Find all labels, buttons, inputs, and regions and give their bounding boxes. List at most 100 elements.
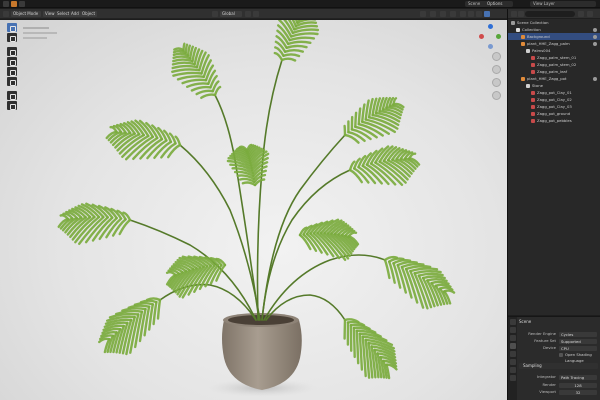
outliner-row[interactable]: Zagg_pot_Clay_01	[508, 89, 600, 96]
transform-pivot-icon[interactable]	[212, 11, 218, 17]
properties-panel: Scene Render Engine Cycles Feature Set S…	[508, 316, 600, 400]
render-samples-field[interactable]: 128	[559, 382, 597, 388]
outliner-row[interactable]: Zagg_pot_ground	[508, 110, 600, 117]
object-type-icon	[521, 35, 525, 39]
sampling-label: Sampling	[523, 363, 542, 368]
options-button[interactable]: Options	[485, 1, 505, 7]
overlay-toggle-icon[interactable]	[440, 11, 446, 17]
outliner-row-label: Palms004	[532, 48, 551, 53]
modifier-tab-icon[interactable]	[509, 367, 516, 373]
shading-solid-icon[interactable]	[468, 11, 474, 17]
leaflet	[354, 111, 358, 128]
object-type-icon	[521, 77, 525, 81]
visibility-eye-icon[interactable]	[593, 27, 597, 32]
sampling-section-header[interactable]: Sampling	[519, 363, 598, 369]
world-tab-icon[interactable]	[509, 351, 516, 357]
outliner-row[interactable]: Collection	[508, 26, 600, 33]
object-type-icon	[531, 119, 535, 123]
pot	[222, 313, 302, 390]
leaflet	[172, 55, 192, 60]
shading-rendered-icon[interactable]	[484, 11, 490, 17]
editor-type-icon[interactable]	[511, 11, 517, 17]
leaflet	[182, 42, 186, 52]
filter-icon[interactable]	[578, 11, 584, 17]
object-type-icon	[526, 49, 530, 53]
outliner-row[interactable]: plant_HHE_Zagg_palm	[508, 40, 600, 47]
outliner-row[interactable]: Zagg_palm_stem_01	[508, 54, 600, 61]
render-engine-dropdown[interactable]: Cycles	[559, 331, 597, 337]
feature-set-dropdown[interactable]: Supported	[559, 338, 597, 344]
properties-title: Scene	[519, 319, 532, 324]
integrator-dropdown[interactable]: Path Tracing	[559, 374, 597, 380]
editor-type-icon[interactable]	[3, 1, 9, 7]
viewport-samples-field[interactable]: 32	[559, 389, 597, 395]
mode-selector[interactable]: Object Mode	[11, 11, 41, 17]
proportional-edit-icon[interactable]	[253, 11, 259, 17]
leaflet	[426, 278, 448, 283]
visibility-eye-icon[interactable]	[593, 41, 597, 46]
object-tab-icon[interactable]	[509, 359, 516, 365]
object-type-icon	[531, 56, 535, 60]
outliner-row[interactable]: Zagg_palm_stem_02	[508, 61, 600, 68]
render-tab-icon[interactable]	[509, 327, 516, 333]
scene-tab-icon[interactable]	[509, 343, 516, 349]
play-icon[interactable]	[11, 1, 17, 7]
visibility-icon[interactable]	[420, 11, 426, 17]
menu-object[interactable]: Object	[80, 11, 98, 17]
new-collection-icon[interactable]	[587, 11, 593, 17]
3d-viewport[interactable]	[0, 20, 507, 400]
outliner-row-label: Scene Collection	[517, 20, 549, 25]
leaflet	[361, 103, 366, 123]
outliner-row[interactable]: Background	[508, 33, 600, 40]
orientation-label: Global	[222, 11, 235, 16]
leaflet	[358, 332, 364, 371]
shading-material-icon[interactable]	[476, 11, 482, 17]
osl-checkbox[interactable]	[559, 353, 563, 357]
editor-type-icon[interactable]	[3, 11, 9, 17]
outliner-row[interactable]: Zagg_palm_leaf	[508, 68, 600, 75]
xray-toggle-icon[interactable]	[450, 11, 456, 17]
leaflet	[417, 272, 444, 277]
outliner-row-label: Zagg_pot_pebbles	[537, 118, 572, 123]
output-tab-icon[interactable]	[509, 335, 516, 341]
snap-icon[interactable]	[245, 11, 251, 17]
leaflet	[273, 51, 284, 62]
leaflet	[241, 181, 257, 187]
record-icon[interactable]	[19, 1, 25, 7]
outliner-panel: Scene Collection Collection Background plan…	[508, 9, 600, 315]
gizmo-toggle-icon[interactable]	[430, 11, 436, 17]
top-bar: Scene View Layer	[0, 0, 600, 8]
tool-tab-icon[interactable]	[509, 319, 516, 325]
visibility-eye-icon[interactable]	[593, 76, 597, 81]
outliner-row-label: Background	[527, 34, 550, 39]
view-layer-selector[interactable]: View Layer	[530, 1, 596, 7]
object-type-icon	[531, 63, 535, 67]
outliner-row-label: Zagg_palm_stem_01	[537, 55, 577, 60]
menu-add[interactable]: Add	[69, 11, 81, 17]
device-dropdown[interactable]: CPU	[559, 345, 597, 351]
plant-render	[57, 20, 456, 397]
outliner-row[interactable]: plant_HHE_Zagg_pot	[508, 75, 600, 82]
leaflet	[290, 32, 319, 38]
properties-tabs	[508, 317, 517, 400]
orientation-selector[interactable]: Global	[220, 11, 242, 17]
material-tab-icon[interactable]	[509, 375, 516, 381]
outliner-row[interactable]: Zagg_pot_pebbles	[508, 117, 600, 124]
leaflet	[171, 68, 201, 73]
outliner-row[interactable]: Palms004	[508, 47, 600, 54]
object-type-icon	[526, 84, 530, 88]
outliner-row[interactable]: Scene Collection	[508, 19, 600, 26]
outliner-row[interactable]: Stone	[508, 82, 600, 89]
leaflet	[152, 300, 158, 326]
leaflet	[165, 271, 177, 277]
outliner-row[interactable]: Zagg_pot_Clay_02	[508, 96, 600, 103]
outliner-row-label: Zagg_palm_stem_02	[537, 62, 577, 67]
leaflet	[434, 283, 452, 288]
visibility-eye-icon[interactable]	[593, 34, 597, 39]
outliner-row[interactable]: Zagg_pot_Clay_03	[508, 103, 600, 110]
osl-row[interactable]: Open Shading Language	[520, 352, 597, 363]
shading-wireframe-icon[interactable]	[460, 11, 466, 17]
viewport-samples-row: Viewport 32	[520, 389, 597, 395]
outliner-search-input[interactable]	[525, 11, 575, 17]
display-mode-icon[interactable]	[518, 11, 524, 17]
